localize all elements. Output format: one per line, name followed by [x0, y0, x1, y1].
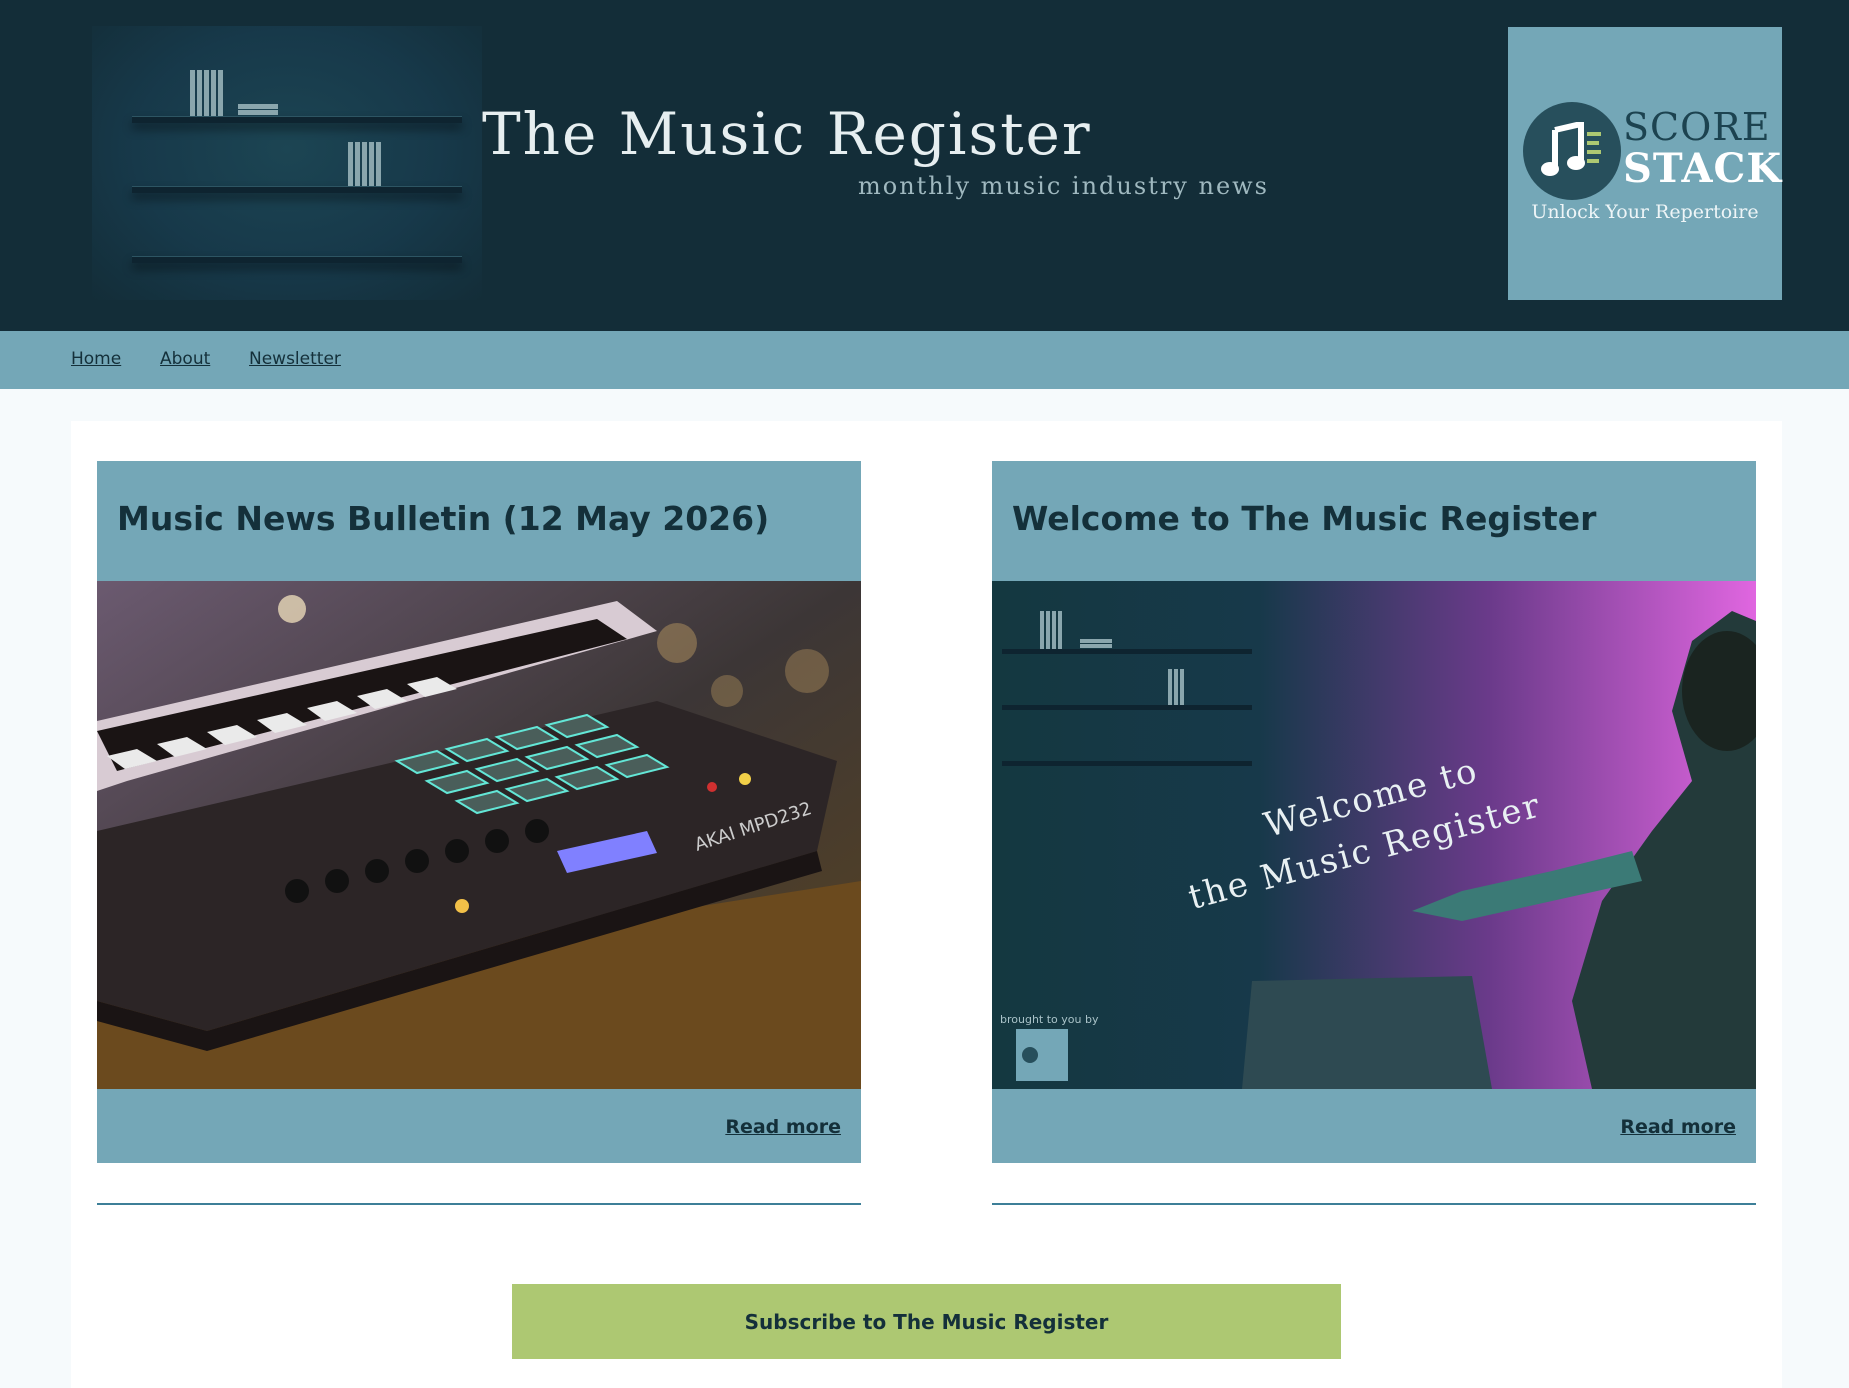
post-card: Music News Bulletin (12 May 2026) AKAI M…: [97, 461, 861, 1163]
post-divider: [97, 1203, 861, 1205]
site-title[interactable]: The Music Register: [482, 100, 1092, 168]
site-header: The Music Register monthly music industr…: [0, 0, 1849, 331]
book-graphic: [204, 70, 209, 116]
book-graphic: [218, 70, 223, 116]
logo-word-score: SCORE: [1623, 105, 1771, 149]
subscribe-button[interactable]: Subscribe to The Music Register: [512, 1284, 1341, 1359]
logo-word-stack: STACK: [1623, 145, 1783, 192]
read-more-link[interactable]: Read more: [725, 1116, 841, 1138]
welcome-banner-photo[interactable]: Welcome to the Music Register brought to…: [992, 581, 1756, 1089]
logo-slogan: Unlock Your Repertoire: [1531, 201, 1759, 223]
nav-item-newsletter[interactable]: Newsletter: [249, 349, 341, 369]
nav-item-home[interactable]: Home: [71, 349, 121, 369]
shelf-graphic: [132, 116, 462, 123]
book-graphic: [238, 104, 278, 109]
post-divider: [992, 1203, 1756, 1205]
book-graphic: [355, 142, 360, 186]
book-graphic: [348, 142, 353, 186]
book-graphic: [211, 70, 216, 116]
site-tagline: monthly music industry news: [858, 172, 1269, 200]
main-nav: Home About Newsletter: [0, 331, 1849, 389]
shelf-graphic: [132, 256, 462, 263]
book-graphic: [190, 70, 195, 116]
main-content: Music News Bulletin (12 May 2026) AKAI M…: [71, 421, 1782, 1388]
read-more-link[interactable]: Read more: [1620, 1116, 1736, 1138]
nav-item-about[interactable]: About: [160, 349, 210, 369]
book-graphic: [238, 110, 278, 115]
bookshelf-illustration: [92, 26, 482, 300]
post-title[interactable]: Welcome to The Music Register: [1012, 499, 1736, 538]
drum-pad-controller-photo[interactable]: AKAI MPD232: [97, 581, 861, 1089]
image-credit: brought to you by: [1000, 1013, 1099, 1026]
book-graphic: [376, 142, 381, 186]
post-title[interactable]: Music News Bulletin (12 May 2026): [117, 499, 841, 538]
post-card: Welcome to The Music Register Welcome to…: [992, 461, 1756, 1163]
book-graphic: [197, 70, 202, 116]
music-note-icon: [1523, 102, 1621, 200]
book-graphic: [362, 142, 367, 186]
shelf-graphic: [132, 186, 462, 193]
sponsor-logo[interactable]: SCORE STACK Unlock Your Repertoire: [1508, 27, 1782, 300]
book-graphic: [369, 142, 374, 186]
